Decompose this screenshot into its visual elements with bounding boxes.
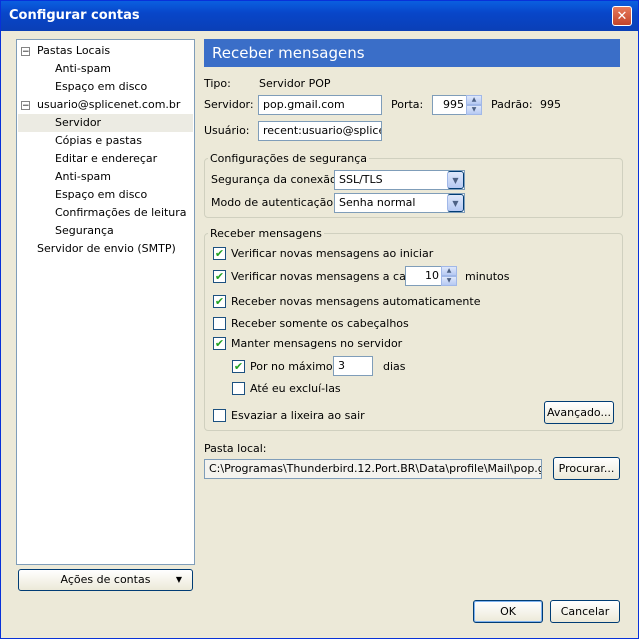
security-legend: Configurações de segurança bbox=[208, 152, 370, 165]
tree-item-composition[interactable]: Editar e endereçar bbox=[55, 150, 157, 168]
collapse-icon[interactable]: − bbox=[21, 101, 30, 111]
auth-method-label: Modo de autenticação: bbox=[211, 196, 337, 209]
spin-up-icon[interactable]: ▲ bbox=[441, 266, 457, 276]
leave-on-server-checkbox[interactable]: ✔ bbox=[213, 337, 226, 350]
default-port-label: Padrão: bbox=[491, 98, 533, 111]
check-on-start-label[interactable]: Verificar novas mensagens ao iniciar bbox=[231, 247, 433, 260]
tree-item-server[interactable]: Servidor bbox=[18, 114, 193, 132]
type-label: Tipo: bbox=[204, 77, 231, 90]
spin-down-icon[interactable]: ▼ bbox=[441, 276, 457, 286]
headers-only-label[interactable]: Receber somente os cabeçalhos bbox=[231, 317, 409, 330]
connection-security-select[interactable]: SSL/TLS ▼ bbox=[334, 170, 465, 190]
empty-trash-label[interactable]: Esvaziar a lixeira ao sair bbox=[231, 409, 365, 422]
max-days-label[interactable]: Por no máximo bbox=[250, 360, 333, 373]
tree-item-receipts[interactable]: Confirmações de leitura bbox=[55, 204, 187, 222]
account-tree[interactable]: − Pastas Locais Anti-spam Espaço em disc… bbox=[16, 39, 195, 565]
dropdown-arrow-icon[interactable]: ▼ bbox=[447, 171, 464, 189]
panel-header: Receber mensagens bbox=[204, 39, 620, 67]
type-value: Servidor POP bbox=[259, 77, 331, 90]
check-interval-stepper[interactable]: ▲ ▼ bbox=[441, 266, 457, 286]
headers-only-checkbox[interactable] bbox=[213, 317, 226, 330]
server-input[interactable]: pop.gmail.com bbox=[258, 95, 382, 115]
dropdown-arrow-icon: ▼ bbox=[175, 575, 182, 584]
tree-item-disk-space[interactable]: Espaço em disco bbox=[55, 186, 147, 204]
tree-item-local-folders[interactable]: − Pastas Locais bbox=[21, 42, 191, 60]
window-title: Configurar contas bbox=[9, 8, 140, 23]
tree-item-label: Servidor bbox=[55, 116, 102, 129]
connection-security-value: SSL/TLS bbox=[339, 173, 383, 186]
check-every-label[interactable]: Verificar novas mensagens a cada bbox=[231, 270, 420, 283]
until-deleted-checkbox[interactable] bbox=[232, 382, 245, 395]
account-actions-label: Ações de contas bbox=[60, 573, 151, 586]
port-input[interactable]: 995 bbox=[432, 95, 468, 115]
auth-method-select[interactable]: Senha normal ▼ bbox=[334, 193, 465, 213]
check-interval-input[interactable]: 10 bbox=[405, 266, 443, 286]
max-days-checkbox[interactable]: ✔ bbox=[232, 360, 245, 373]
server-label: Servidor: bbox=[204, 98, 254, 111]
auto-download-checkbox[interactable]: ✔ bbox=[213, 295, 226, 308]
tree-item-account[interactable]: − usuario@splicenet.com.br bbox=[21, 96, 191, 114]
minutes-label: minutos bbox=[465, 270, 510, 283]
cancel-button[interactable]: Cancelar bbox=[550, 600, 620, 623]
tree-item-local-disk-space[interactable]: Espaço em disco bbox=[55, 78, 147, 96]
local-folder-path[interactable]: C:\Programas\Thunderbird.12.Port.BR\Data… bbox=[204, 459, 542, 479]
max-days-input[interactable]: 3 bbox=[333, 356, 373, 376]
days-label: dias bbox=[383, 360, 406, 373]
tree-item-smtp[interactable]: Servidor de envio (SMTP) bbox=[37, 240, 176, 258]
auth-method-value: Senha normal bbox=[339, 196, 416, 209]
ok-button[interactable]: OK bbox=[473, 600, 543, 623]
panel-title: Receber mensagens bbox=[212, 44, 365, 62]
leave-on-server-label[interactable]: Manter mensagens no servidor bbox=[231, 337, 402, 350]
browse-button[interactable]: Procurar... bbox=[553, 457, 620, 480]
collapse-icon[interactable]: − bbox=[21, 47, 30, 57]
close-icon[interactable]: ✕ bbox=[612, 6, 632, 26]
tree-item-copies-folders[interactable]: Cópias e pastas bbox=[55, 132, 142, 150]
tree-item-antispam[interactable]: Anti-spam bbox=[55, 168, 111, 186]
dialog-window: Configurar contas ✕ − Pastas Locais Anti… bbox=[0, 0, 639, 639]
tree-item-label: usuario@splicenet.com.br bbox=[37, 98, 181, 111]
title-bar[interactable]: Configurar contas ✕ bbox=[1, 1, 638, 31]
user-label: Usuário: bbox=[204, 124, 250, 137]
check-every-checkbox[interactable]: ✔ bbox=[213, 270, 226, 283]
tree-item-local-antispam[interactable]: Anti-spam bbox=[55, 60, 111, 78]
until-deleted-label[interactable]: Até eu excluí-las bbox=[250, 382, 341, 395]
auto-download-label[interactable]: Receber novas mensagens automaticamente bbox=[231, 295, 480, 308]
tree-item-security[interactable]: Segurança bbox=[55, 222, 114, 240]
advanced-button[interactable]: Avançado... bbox=[544, 401, 614, 424]
connection-security-label: Segurança da conexão: bbox=[211, 173, 341, 186]
receive-legend: Receber mensagens bbox=[208, 227, 324, 240]
port-stepper[interactable]: ▲ ▼ bbox=[466, 95, 482, 115]
check-on-start-checkbox[interactable]: ✔ bbox=[213, 247, 226, 260]
empty-trash-checkbox[interactable] bbox=[213, 409, 226, 422]
dropdown-arrow-icon[interactable]: ▼ bbox=[447, 194, 464, 212]
user-input[interactable]: recent:usuario@splicenet bbox=[258, 121, 382, 141]
tree-item-label: Pastas Locais bbox=[37, 44, 111, 57]
spin-up-icon[interactable]: ▲ bbox=[466, 95, 482, 105]
local-folder-label: Pasta local: bbox=[204, 442, 267, 455]
default-port-value: 995 bbox=[540, 98, 561, 111]
account-actions-button[interactable]: Ações de contas ▼ bbox=[18, 569, 193, 591]
spin-down-icon[interactable]: ▼ bbox=[466, 105, 482, 115]
port-label: Porta: bbox=[391, 98, 424, 111]
